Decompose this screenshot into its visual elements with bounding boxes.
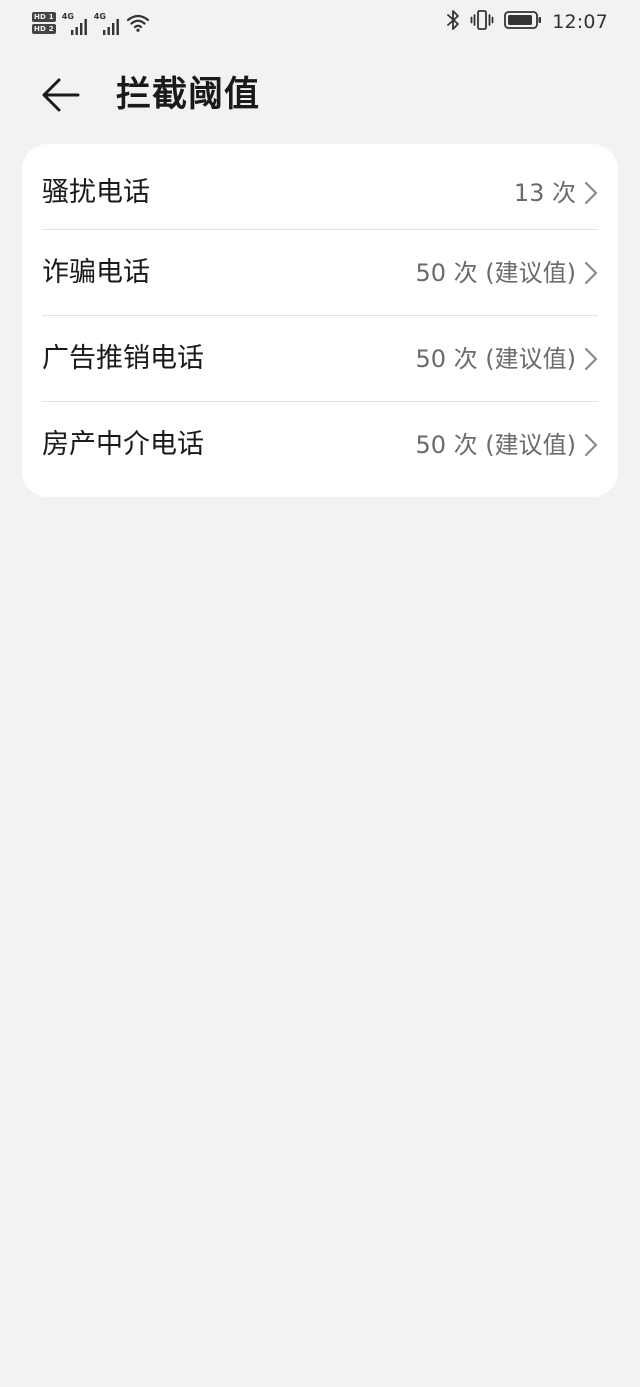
list-item-advertising[interactable]: 广告推销电话 50 次 (建议值) (42, 316, 598, 402)
signal-sim2-icon: 4G (94, 11, 120, 35)
list-item-label: 房产中介电话 (42, 429, 204, 460)
back-button[interactable] (40, 74, 88, 116)
status-left: HD 1 HD 2 4G 4G (32, 8, 150, 38)
list-item-value-group: 50 次 (建议值) (415, 430, 598, 460)
list-item-label: 诈骗电话 (42, 257, 150, 288)
list-item-value: 13 次 (513, 179, 576, 207)
title-bar: 拦截阈值 (0, 60, 640, 130)
list-item-real-estate[interactable]: 房产中介电话 50 次 (建议值) (42, 402, 598, 488)
chevron-right-icon (584, 181, 598, 205)
list-item-value: 50 次 (建议值) (415, 431, 576, 459)
list-item-value-group: 13 次 (514, 178, 598, 208)
signal-sim1-icon: 4G (62, 11, 88, 35)
chevron-right-icon (584, 347, 598, 371)
page-title: 拦截阈值 (116, 75, 261, 115)
bluetooth-icon (446, 9, 460, 35)
battery-icon (504, 10, 542, 34)
threshold-card: 骚扰电话 13 次 诈骗电话 50 次 (建议值) 广告推销电话 50 次 (建… (22, 144, 618, 497)
status-right: 12:07 (446, 9, 608, 35)
status-bar: HD 1 HD 2 4G 4G 12:07 (0, 0, 640, 44)
list-item-fraud[interactable]: 诈骗电话 50 次 (建议值) (42, 230, 598, 316)
list-item-label: 骚扰电话 (42, 177, 150, 208)
list-item-harassment[interactable]: 骚扰电话 13 次 (42, 150, 598, 236)
list-item-value: 50 次 (建议值) (415, 345, 576, 373)
chevron-right-icon (584, 433, 598, 457)
chevron-right-icon (584, 261, 598, 285)
list-item-value-group: 50 次 (建议值) (415, 258, 598, 288)
list-item-value: 50 次 (建议值) (415, 259, 576, 287)
arrow-left-icon (40, 78, 80, 120)
hd-badges: HD 1 HD 2 (32, 12, 56, 34)
wifi-icon (126, 13, 150, 33)
hd2-badge: HD 2 (32, 24, 56, 34)
hd1-badge: HD 1 (32, 12, 56, 22)
list-item-label: 广告推销电话 (42, 343, 204, 374)
list-item-value-group: 50 次 (建议值) (415, 344, 598, 374)
status-time: 12:07 (552, 11, 608, 33)
vibrate-icon (470, 9, 494, 35)
